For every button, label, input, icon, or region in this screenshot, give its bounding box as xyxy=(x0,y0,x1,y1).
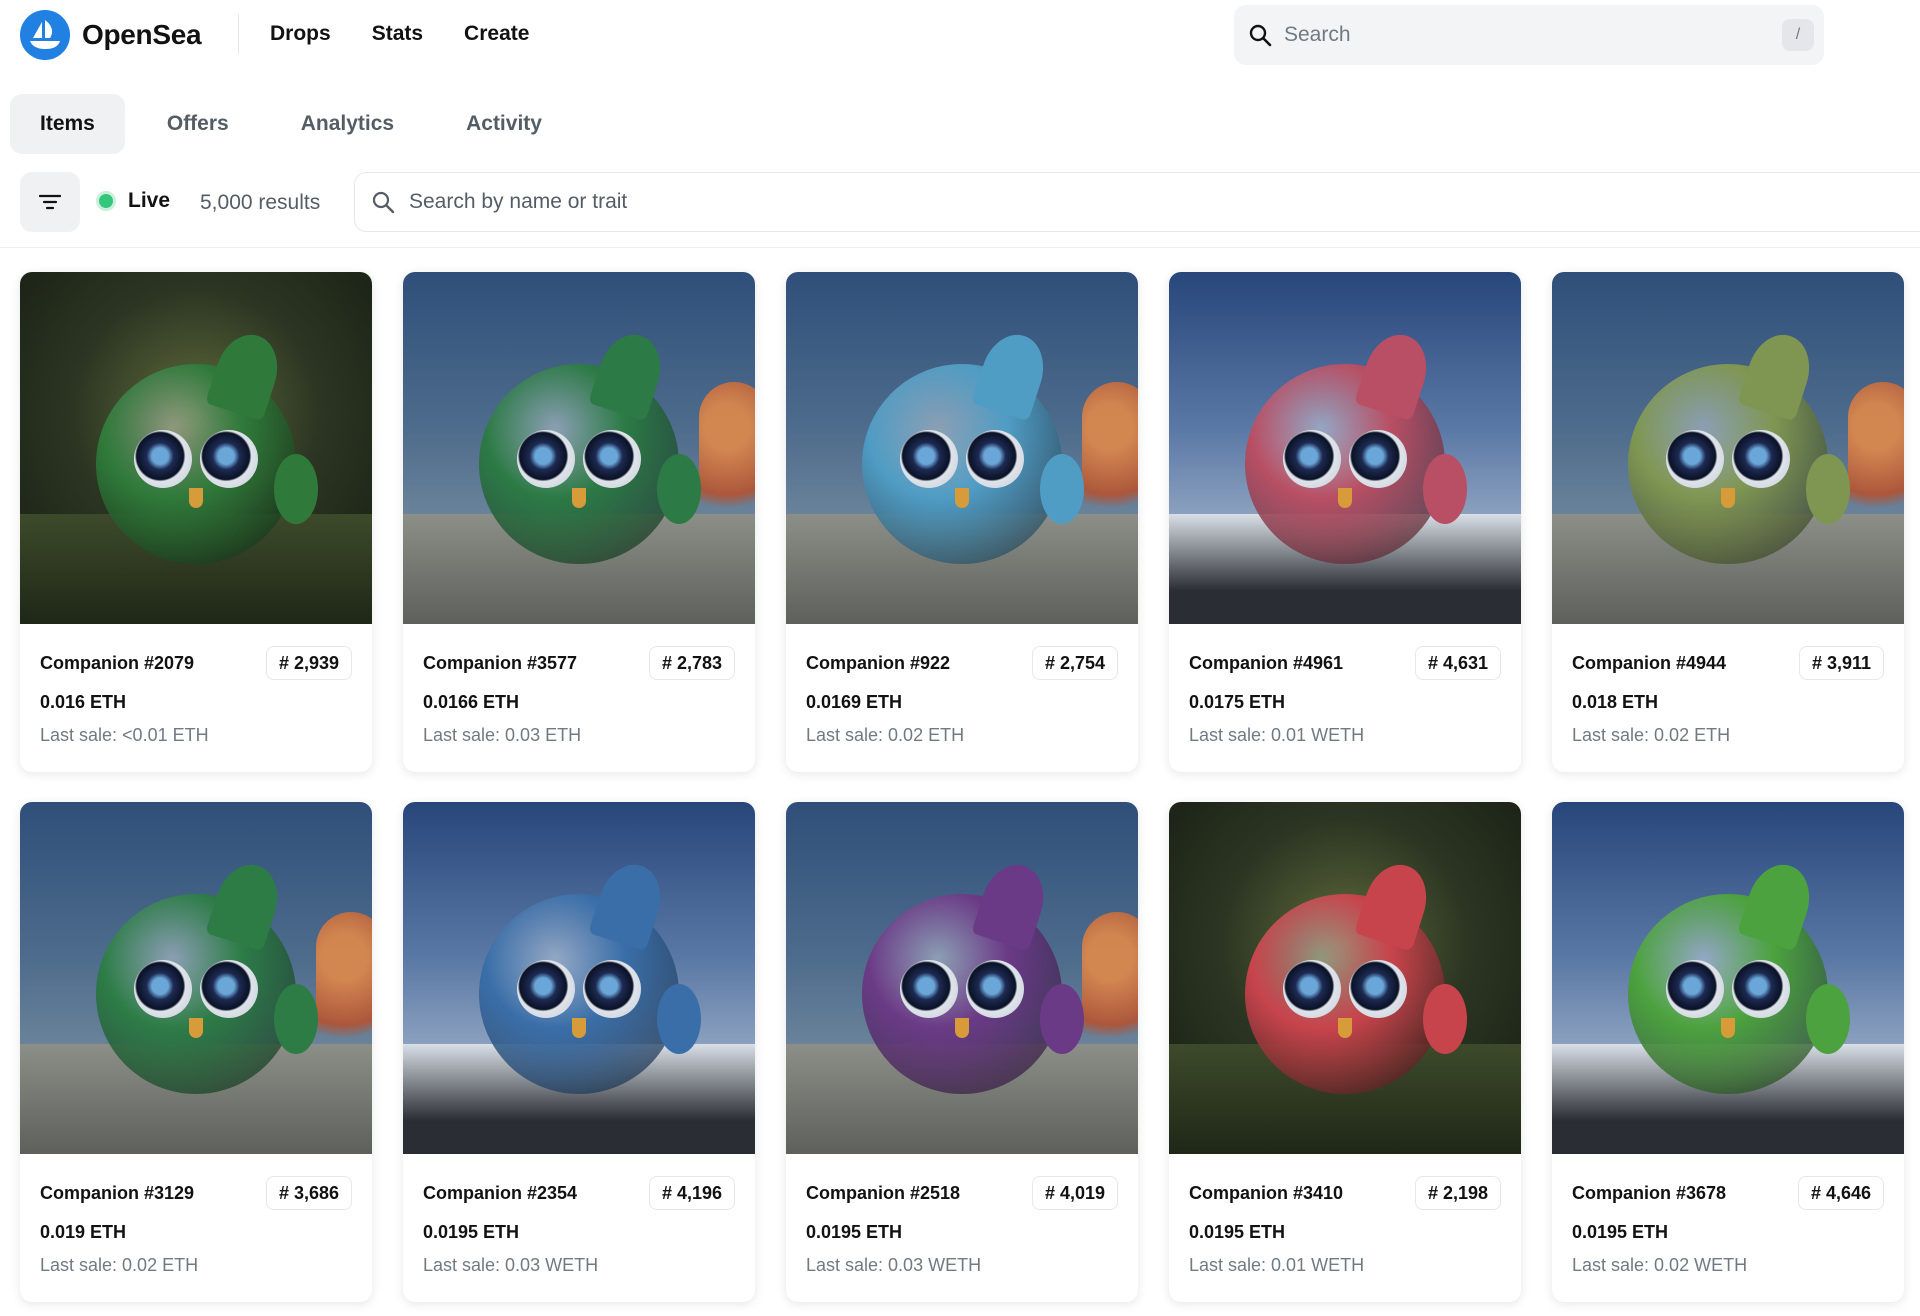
item-last-sale: Last sale: 0.02 ETH xyxy=(1572,725,1731,745)
rarity-rank-badge: # 3,686 xyxy=(265,1176,352,1210)
item-card[interactable]: Companion #4961 # 4,631 0.0175 ETH Last … xyxy=(1169,272,1521,772)
collection-tabs: Items Offers Analytics Activity xyxy=(10,94,584,154)
item-name: Companion #3678 xyxy=(1572,1182,1727,1203)
item-card[interactable]: Companion #3678 # 4,646 0.0195 ETH Last … xyxy=(1552,802,1904,1302)
nav-drops[interactable]: Drops xyxy=(270,22,331,46)
item-price: 0.0195 ETH xyxy=(806,1222,903,1242)
item-name: Companion #4961 xyxy=(1189,652,1344,673)
rarity-rank-badge: # 2,198 xyxy=(1414,1176,1501,1210)
search-placeholder: Search xyxy=(1284,23,1351,46)
nav-create[interactable]: Create xyxy=(464,22,529,46)
item-image[interactable] xyxy=(1169,272,1521,624)
rarity-rank-badge: # 2,939 xyxy=(265,646,352,680)
item-price: 0.0166 ETH xyxy=(423,692,520,712)
rarity-rank-badge: # 4,631 xyxy=(1414,646,1501,680)
item-name: Companion #922 xyxy=(806,652,951,673)
item-card[interactable]: Companion #3129 # 3,686 0.019 ETH Last s… xyxy=(20,802,372,1302)
search-icon xyxy=(372,191,395,214)
item-image[interactable] xyxy=(786,272,1138,624)
item-card[interactable]: Companion #2518 # 4,019 0.0195 ETH Last … xyxy=(786,802,1138,1302)
item-image[interactable] xyxy=(1552,272,1904,624)
live-label: Live xyxy=(128,189,171,212)
item-card[interactable]: Companion #2079 # 2,939 0.016 ETH Last s… xyxy=(20,272,372,772)
item-last-sale: Last sale: 0.01 WETH xyxy=(1189,725,1365,745)
item-name: Companion #3410 xyxy=(1189,1182,1344,1203)
tab-activity[interactable]: Activity xyxy=(436,94,572,154)
trait-search-input[interactable]: Search by name or trait xyxy=(354,172,1920,232)
search-icon xyxy=(1249,24,1272,47)
item-card[interactable]: Companion #922 # 2,754 0.0169 ETH Last s… xyxy=(786,272,1138,772)
item-image[interactable] xyxy=(403,272,755,624)
filter-bar: Live 5,000 results Search by name or tra… xyxy=(0,172,1920,248)
item-price: 0.0169 ETH xyxy=(806,692,903,712)
item-last-sale: Last sale: 0.02 ETH xyxy=(40,1255,199,1275)
item-card[interactable]: Companion #3410 # 2,198 0.0195 ETH Last … xyxy=(1169,802,1521,1302)
live-status: Live xyxy=(96,189,170,213)
filter-icon xyxy=(39,194,61,210)
top-bar: OpenSea Drops Stats Create Search / xyxy=(0,0,1920,70)
rarity-rank-badge: # 2,754 xyxy=(1031,646,1118,680)
item-last-sale: Last sale: 0.03 WETH xyxy=(423,1255,599,1275)
item-last-sale: Last sale: 0.02 ETH xyxy=(806,725,965,745)
item-image[interactable] xyxy=(403,802,755,1154)
search-shortcut-badge: / xyxy=(1782,19,1814,51)
item-image[interactable] xyxy=(1169,802,1521,1154)
rarity-rank-badge: # 3,911 xyxy=(1798,646,1884,680)
global-search-input[interactable]: Search / xyxy=(1234,5,1824,65)
opensea-ship-icon xyxy=(20,10,70,60)
item-price: 0.016 ETH xyxy=(40,692,127,712)
rarity-rank-badge: # 4,196 xyxy=(648,1176,735,1210)
item-card[interactable]: Companion #4944 # 3,911 0.018 ETH Last s… xyxy=(1552,272,1904,772)
item-price: 0.0195 ETH xyxy=(1189,1222,1286,1242)
results-count: 5,000 results xyxy=(200,191,321,214)
item-last-sale: Last sale: 0.02 WETH xyxy=(1572,1255,1748,1275)
trait-search-placeholder: Search by name or trait xyxy=(409,190,628,213)
item-price: 0.018 ETH xyxy=(1572,692,1659,712)
rarity-rank-badge: # 4,019 xyxy=(1031,1176,1118,1210)
item-last-sale: Last sale: 0.03 WETH xyxy=(806,1255,982,1275)
item-name: Companion #2518 xyxy=(806,1182,961,1203)
item-last-sale: Last sale: <0.01 ETH xyxy=(40,725,209,745)
item-card[interactable]: Companion #3577 # 2,783 0.0166 ETH Last … xyxy=(403,272,755,772)
brand-name: OpenSea xyxy=(82,19,202,50)
item-image[interactable] xyxy=(20,272,372,624)
tab-analytics[interactable]: Analytics xyxy=(271,94,424,154)
item-price: 0.0195 ETH xyxy=(423,1222,520,1242)
tab-items[interactable]: Items xyxy=(10,94,125,154)
items-grid: Companion #2079 # 2,939 0.016 ETH Last s… xyxy=(20,272,1904,1302)
item-image[interactable] xyxy=(1552,802,1904,1154)
item-name: Companion #3577 xyxy=(423,652,578,673)
rarity-rank-badge: # 2,783 xyxy=(648,646,735,680)
item-name: Companion #3129 xyxy=(40,1182,195,1203)
item-last-sale: Last sale: 0.03 ETH xyxy=(423,725,582,745)
item-image[interactable] xyxy=(20,802,372,1154)
main-nav: Drops Stats Create xyxy=(270,22,529,46)
item-price: 0.0195 ETH xyxy=(1572,1222,1669,1242)
item-price: 0.019 ETH xyxy=(40,1222,127,1242)
live-dot-icon xyxy=(96,191,116,211)
item-last-sale: Last sale: 0.01 WETH xyxy=(1189,1255,1365,1275)
nav-stats[interactable]: Stats xyxy=(372,22,423,46)
item-name: Companion #2354 xyxy=(423,1182,578,1203)
item-price: 0.0175 ETH xyxy=(1189,692,1286,712)
opensea-logo[interactable]: OpenSea xyxy=(20,10,202,60)
filter-toggle-button[interactable] xyxy=(20,172,80,232)
rarity-rank-badge: # 4,646 xyxy=(1797,1176,1884,1210)
item-image[interactable] xyxy=(786,802,1138,1154)
tab-offers[interactable]: Offers xyxy=(137,94,259,154)
item-name: Companion #4944 xyxy=(1572,652,1727,673)
header-divider xyxy=(238,14,239,54)
item-card[interactable]: Companion #2354 # 4,196 0.0195 ETH Last … xyxy=(403,802,755,1302)
item-name: Companion #2079 xyxy=(40,652,195,673)
